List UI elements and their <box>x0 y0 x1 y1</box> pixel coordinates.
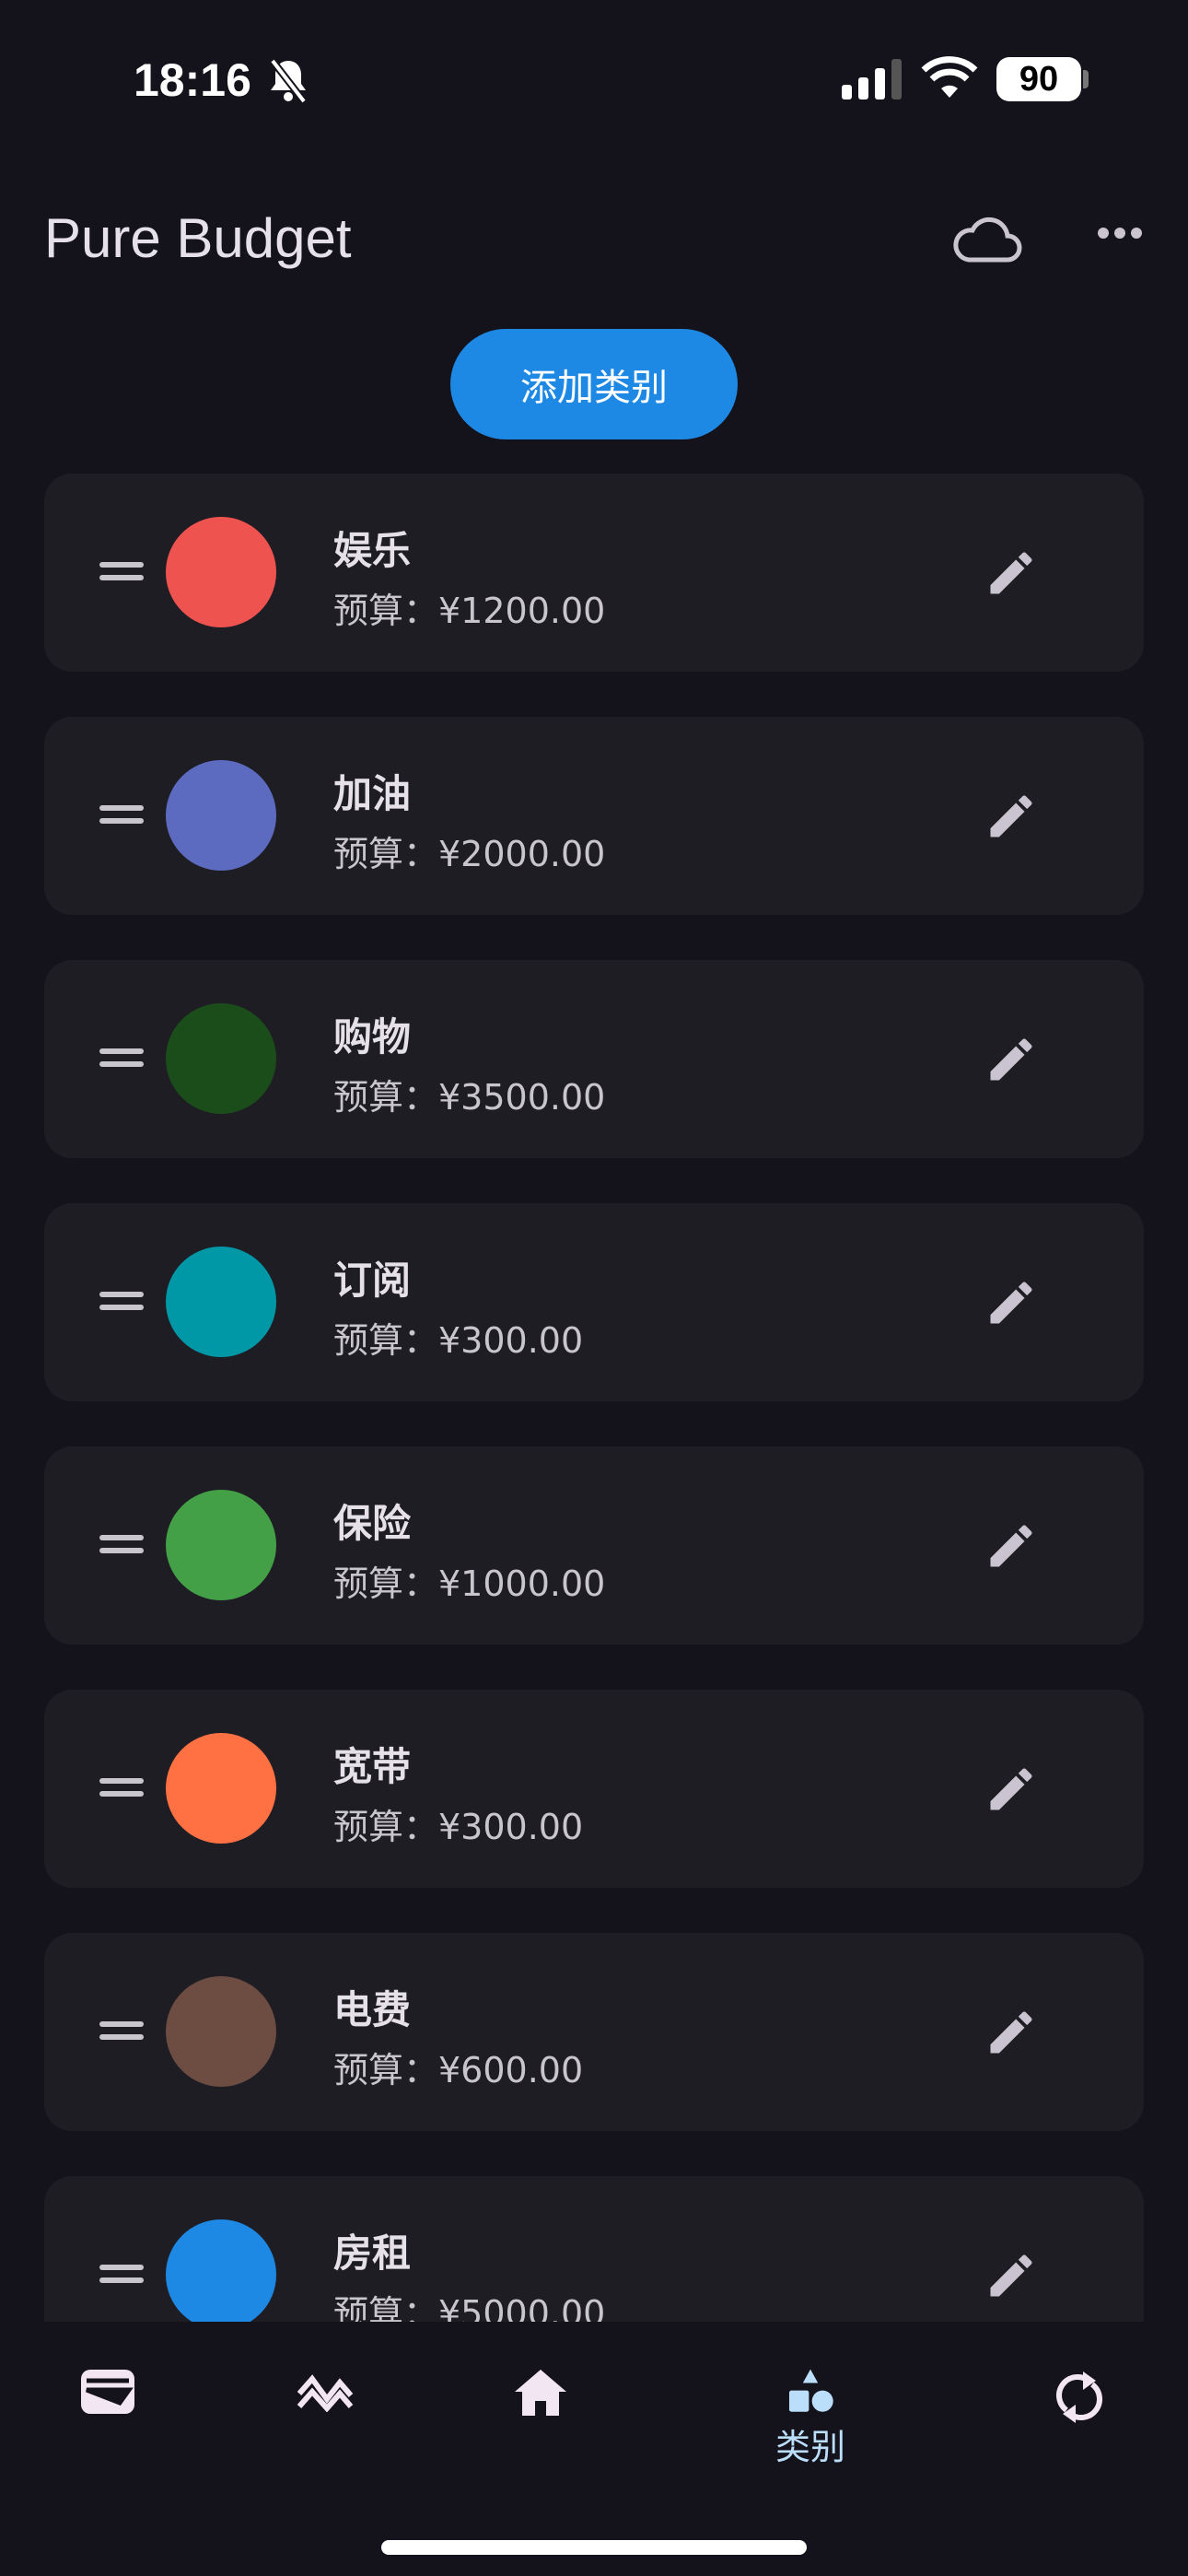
status-time: 18:16 <box>134 54 251 106</box>
add-category-button[interactable]: 添加类别 <box>450 329 738 439</box>
nav-home[interactable] <box>476 2368 605 2469</box>
edit-pencil-icon[interactable] <box>984 1032 1039 1087</box>
app-title: Pure Budget <box>44 207 352 269</box>
category-name: 加油 <box>333 771 412 816</box>
drag-handle-icon[interactable] <box>99 1535 144 1555</box>
nav-categories-label: 类别 <box>775 2427 845 2467</box>
bell-muted-icon <box>269 58 308 103</box>
battery-tip <box>1083 70 1089 88</box>
category-color-dot <box>166 760 276 871</box>
edit-pencil-icon[interactable] <box>984 2248 1039 2303</box>
sync-icon <box>1056 2371 1102 2423</box>
category-name: 保险 <box>333 1501 412 1546</box>
drag-handle-icon[interactable] <box>99 1778 144 1798</box>
drag-handle-icon[interactable] <box>99 1048 144 1069</box>
battery-indicator: 90 <box>996 57 1081 101</box>
category-name: 电费 <box>333 1987 412 2032</box>
category-color-dot <box>166 1733 276 1844</box>
wifi-icon <box>921 56 978 98</box>
category-card[interactable]: 房租 预算：¥5000.00 <box>44 2176 1144 2322</box>
category-card[interactable]: 订阅 预算：¥300.00 <box>44 1203 1144 1401</box>
category-name: 购物 <box>333 1014 412 1060</box>
category-card[interactable]: 保险 预算：¥1000.00 <box>44 1446 1144 1645</box>
category-color-dot <box>166 1247 276 1357</box>
category-card[interactable]: 电费 预算：¥600.00 <box>44 1933 1144 2131</box>
edit-pencil-icon[interactable] <box>984 789 1039 844</box>
drag-handle-icon[interactable] <box>99 2265 144 2285</box>
category-color-dot <box>166 2219 276 2322</box>
category-card[interactable]: 购物 预算：¥3500.00 <box>44 960 1144 1158</box>
category-color-dot <box>166 1490 276 1600</box>
nav-categories[interactable]: 类别 <box>746 2368 875 2469</box>
category-budget: 预算：¥2000.00 <box>333 834 606 874</box>
signal-icon <box>842 59 902 100</box>
category-card[interactable]: 加油 预算：¥2000.00 <box>44 717 1144 915</box>
edit-pencil-icon[interactable] <box>984 1275 1039 1330</box>
bottom-navigation: 类别 <box>0 2322 1188 2576</box>
category-name: 订阅 <box>333 1258 412 1303</box>
edit-pencil-icon[interactable] <box>984 1762 1039 1817</box>
drag-handle-icon[interactable] <box>99 562 144 582</box>
cloud-sync-icon[interactable] <box>952 214 1022 265</box>
home-icon <box>515 2370 566 2416</box>
category-card[interactable]: 宽带 预算：¥300.00 <box>44 1690 1144 1888</box>
drag-handle-icon[interactable] <box>99 1292 144 1312</box>
nav-recurring[interactable] <box>1015 2368 1144 2469</box>
status-bar: 18:16 90 <box>0 0 1188 157</box>
home-indicator[interactable] <box>381 2540 807 2555</box>
category-budget: 预算：¥5000.00 <box>333 2293 606 2322</box>
category-color-dot <box>166 1976 276 2087</box>
drag-handle-icon[interactable] <box>99 805 144 825</box>
category-card[interactable]: 娱乐 预算：¥1200.00 <box>44 474 1144 672</box>
category-budget: 预算：¥300.00 <box>333 1807 584 1847</box>
category-budget: 预算：¥600.00 <box>333 2050 584 2090</box>
nav-trends[interactable] <box>261 2368 390 2469</box>
edit-pencil-icon[interactable] <box>984 1518 1039 1574</box>
category-name: 娱乐 <box>333 528 412 573</box>
drag-handle-icon[interactable] <box>99 2021 144 2042</box>
edit-pencil-icon[interactable] <box>984 545 1039 601</box>
category-budget: 预算：¥3500.00 <box>333 1077 606 1118</box>
category-color-dot <box>166 1003 276 1114</box>
category-name: 宽带 <box>333 1744 412 1789</box>
nav-accounts[interactable] <box>43 2368 172 2469</box>
wallet-icon <box>81 2370 134 2414</box>
category-budget: 预算：¥300.00 <box>333 1320 584 1361</box>
category-budget: 预算：¥1200.00 <box>333 591 606 631</box>
category-color-dot <box>166 517 276 627</box>
category-name: 房租 <box>333 2231 412 2276</box>
trend-icon <box>297 2374 354 2412</box>
categories-icon <box>788 2369 833 2412</box>
edit-pencil-icon[interactable] <box>984 2005 1039 2060</box>
more-options-icon[interactable] <box>1096 226 1144 240</box>
category-list: 娱乐 预算：¥1200.00 加油 预算：¥2000.00 购物 预算：¥350… <box>0 474 1188 2322</box>
category-budget: 预算：¥1000.00 <box>333 1563 606 1604</box>
